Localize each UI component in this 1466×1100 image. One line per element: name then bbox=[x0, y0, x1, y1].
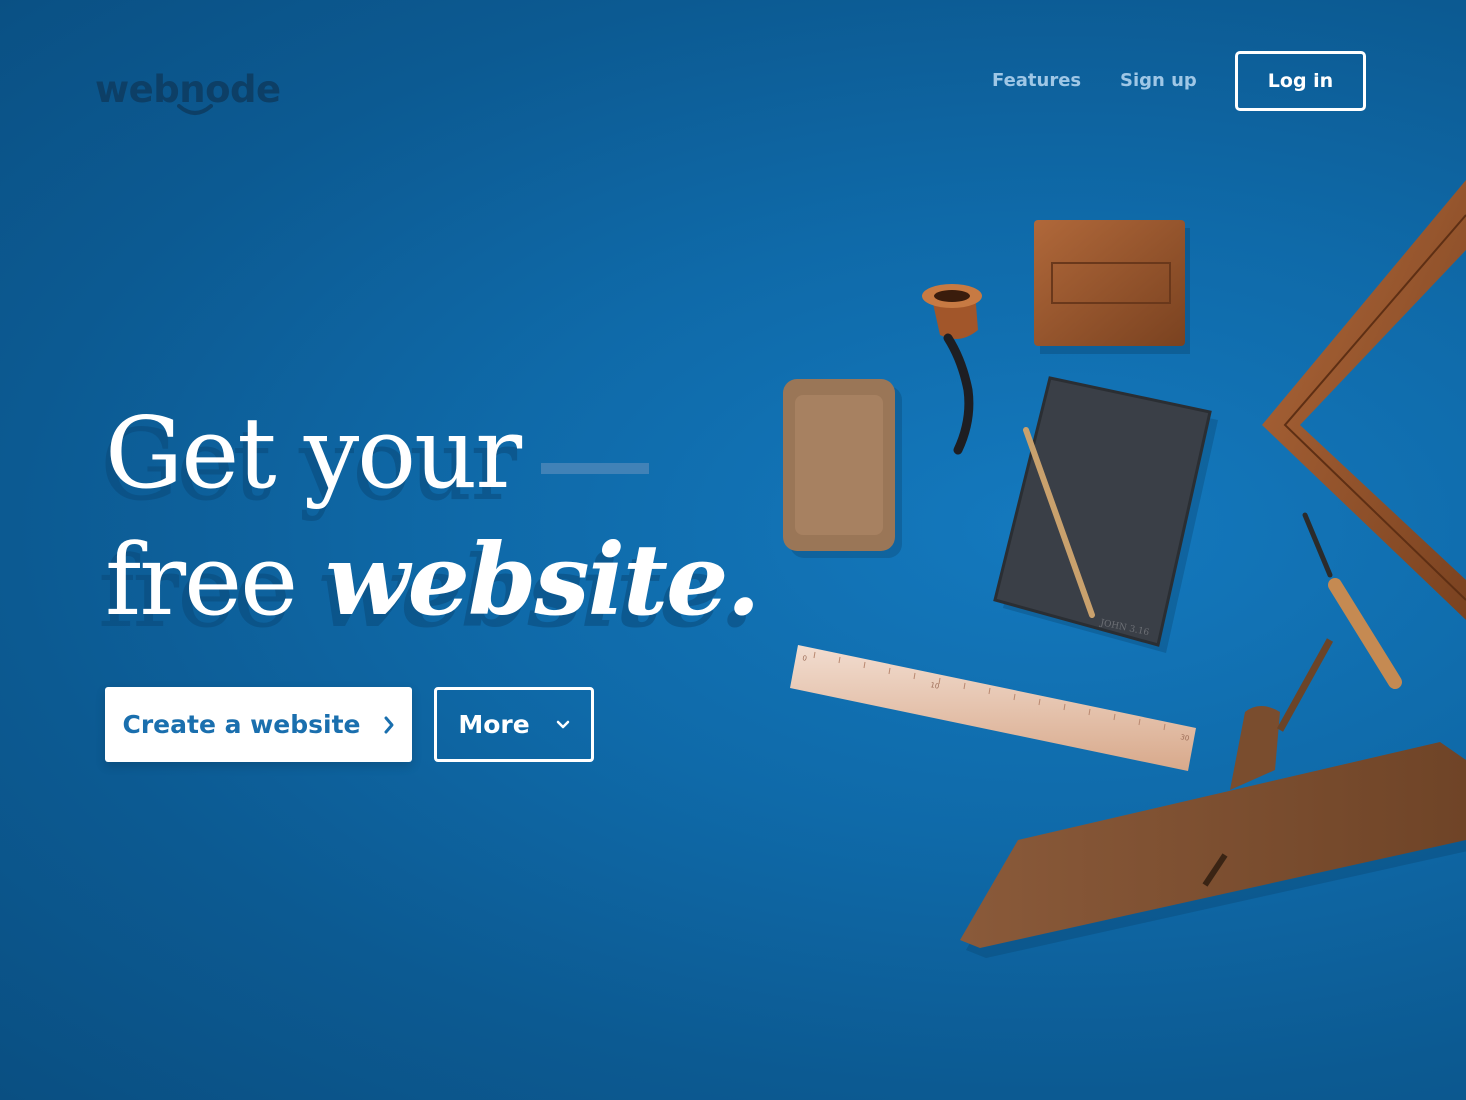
wooden-box bbox=[1034, 220, 1190, 354]
carving-chisel bbox=[1302, 512, 1402, 689]
tobacco-pipe bbox=[922, 284, 982, 455]
ruler-label-start: 0 bbox=[802, 654, 808, 663]
more-label: More bbox=[458, 710, 530, 739]
create-website-label: Create a website bbox=[122, 710, 361, 739]
login-button[interactable]: Log in bbox=[1235, 51, 1366, 111]
headline-line1: Get your bbox=[105, 397, 522, 511]
headline-emphasis: website. bbox=[325, 523, 760, 638]
chevron-right-icon bbox=[384, 716, 393, 733]
chevron-down-icon bbox=[556, 720, 569, 728]
headline-plain: free bbox=[105, 524, 298, 638]
ruler-label-mid: 10 bbox=[930, 681, 940, 691]
whetstone bbox=[783, 379, 902, 558]
logo-smile-icon bbox=[177, 104, 213, 115]
black-book: JOHN 3.16 bbox=[993, 376, 1218, 653]
headline-line2: free website. bbox=[105, 532, 761, 631]
headline-dash bbox=[541, 463, 649, 474]
nav-signup-link[interactable]: Sign up bbox=[1120, 70, 1197, 91]
create-website-button[interactable]: Create a website bbox=[105, 687, 412, 762]
book-spine-text: JOHN 3.16 bbox=[1098, 618, 1150, 638]
ruler: 0 10 30 bbox=[790, 645, 1196, 771]
more-button[interactable]: More bbox=[434, 687, 594, 762]
wood-hand-plane bbox=[960, 638, 1466, 958]
wooden-frame-corner bbox=[1262, 180, 1466, 620]
ruler-label-end: 30 bbox=[1180, 733, 1190, 743]
nav-features-link[interactable]: Features bbox=[992, 70, 1081, 91]
